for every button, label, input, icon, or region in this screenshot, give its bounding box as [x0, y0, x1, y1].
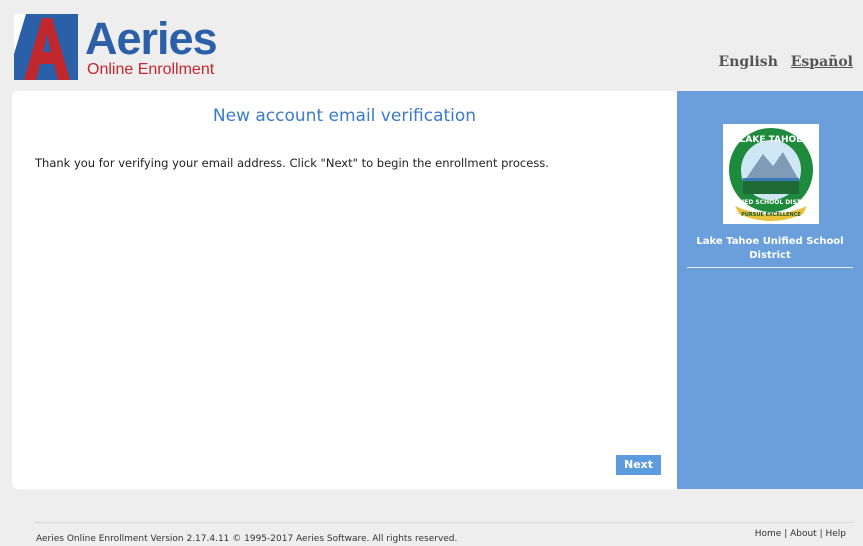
district-sidebar: LAKE TAHOE UNIFIED SCHOOL DISTRICT PURSU… [677, 91, 863, 489]
sidebar-divider [687, 267, 853, 268]
product-name: Online Enrollment [87, 61, 215, 78]
content-panel: New account email verification Thank you… [12, 91, 863, 489]
lang-espanol[interactable]: Español [791, 54, 853, 70]
brand-name: Aeries [85, 13, 218, 64]
lang-english[interactable]: English [719, 54, 778, 70]
footer-link-home[interactable]: Home [755, 529, 782, 539]
district-name: Lake Tahoe Unified School District [696, 236, 844, 261]
footer-copyright: Aeries Online Enrollment Version 2.17.4.… [36, 534, 458, 544]
svg-text:LAKE TAHOE: LAKE TAHOE [740, 135, 803, 145]
footer-link-help[interactable]: Help [825, 529, 846, 539]
district-seal-icon: LAKE TAHOE UNIFIED SCHOOL DISTRICT PURSU… [726, 128, 817, 221]
verification-message: Thank you for verifying your email addre… [35, 156, 549, 170]
footer-divider [34, 522, 853, 523]
aeries-a-icon [14, 14, 78, 80]
next-button[interactable]: Next [616, 455, 661, 475]
footer-link-about[interactable]: About [790, 529, 817, 539]
aeries-logo[interactable]: Aeries Online Enrollment [14, 14, 274, 82]
footer-links: Home | About | Help [754, 529, 846, 539]
svg-text:PURSUE EXCELLENCE: PURSUE EXCELLENCE [741, 212, 801, 218]
language-switcher: English Español [711, 54, 853, 70]
svg-text:UNIFIED SCHOOL DISTRICT: UNIFIED SCHOOL DISTRICT [726, 199, 817, 206]
district-logo: LAKE TAHOE UNIFIED SCHOOL DISTRICT PURSU… [723, 124, 819, 224]
page-title: New account email verification [212, 106, 477, 126]
